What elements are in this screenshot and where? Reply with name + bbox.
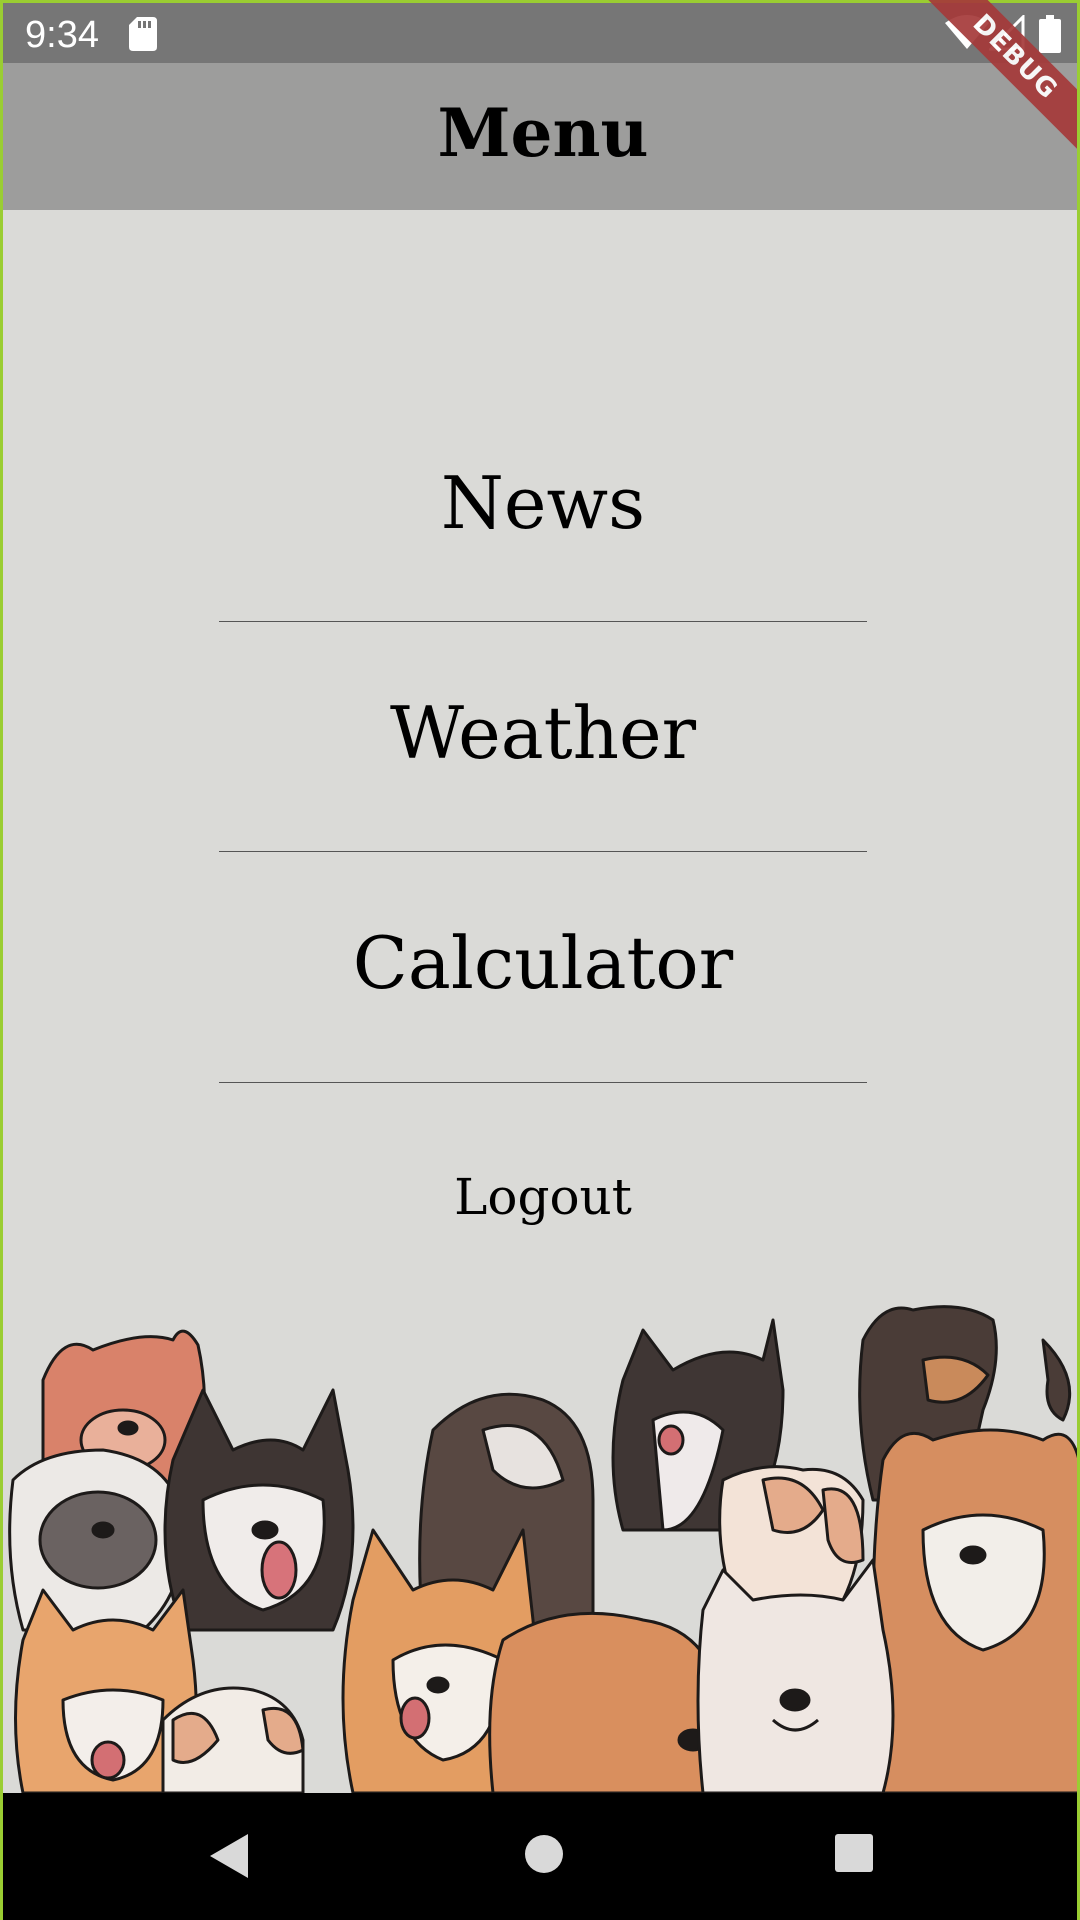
logout-button[interactable]: Logout bbox=[3, 1162, 1077, 1232]
divider bbox=[219, 1082, 867, 1083]
status-time: 9:34 bbox=[25, 14, 99, 56]
divider bbox=[219, 621, 867, 622]
app-bar: Menu bbox=[3, 63, 1077, 210]
navigation-bar bbox=[3, 1793, 1077, 1920]
menu-item-weather[interactable]: Weather bbox=[3, 683, 1077, 783]
menu-item-news[interactable]: News bbox=[3, 453, 1077, 553]
back-icon[interactable] bbox=[206, 1831, 252, 1881]
battery-icon bbox=[1039, 15, 1061, 53]
dogs-illustration bbox=[8, 1305, 1077, 1793]
app-screen: 9:34 Menu DEBUG News Weather Calculator bbox=[0, 0, 1080, 1920]
sd-card-icon bbox=[129, 17, 157, 51]
recents-icon[interactable] bbox=[833, 1832, 875, 1874]
home-icon[interactable] bbox=[521, 1831, 567, 1877]
page-title: Menu bbox=[437, 94, 649, 172]
divider bbox=[219, 851, 867, 852]
status-bar: 9:34 bbox=[3, 0, 1077, 63]
menu-item-calculator[interactable]: Calculator bbox=[3, 913, 1077, 1013]
